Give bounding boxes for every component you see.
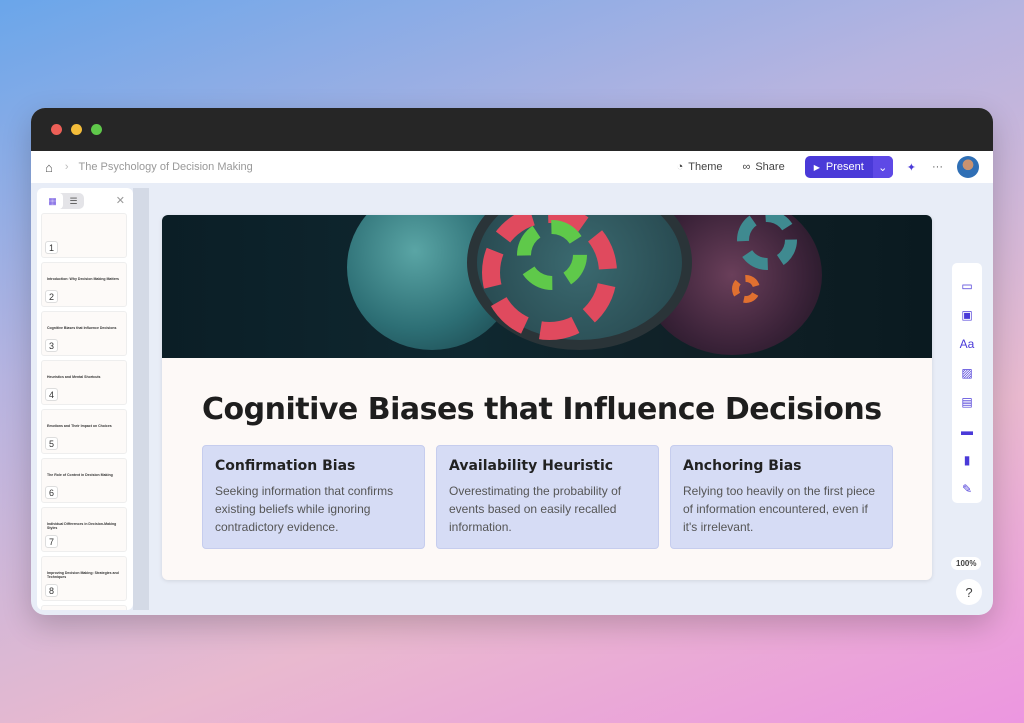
slide-number: 6 [45,486,58,499]
grid-view-icon[interactable]: ▦ [42,193,63,209]
thumbnail-title: Cognitive Biases that Influence Decision… [47,326,117,330]
card-title: Availability Heuristic [449,458,614,474]
slide-number: 3 [45,339,58,352]
slide-number: 7 [45,535,58,548]
play-icon: ▶ [813,162,820,172]
title-bar [31,108,993,151]
banner-icon[interactable]: ▬ [961,416,973,445]
close-panel-icon[interactable]: ✕ [116,194,125,207]
slide-number: 8 [45,584,58,597]
slide-thumbnail[interactable]: 1 [41,213,127,258]
view-toggle: ▦ ☰ [42,193,84,209]
insert-toolbar: ▭ ▣ Aa ▨ ▤ ▬ ▮ ✎ [952,263,982,503]
slide-thumbnail[interactable]: Individual Differences in Decision-Makin… [41,507,127,552]
add-card-icon[interactable]: ▭ [961,271,972,300]
card-text: Overestimating the probability of events… [449,484,622,534]
minimize-window-button[interactable] [71,124,82,135]
chart-icon[interactable]: ▮ [964,445,971,474]
slide-number: 1 [45,241,58,254]
present-button[interactable]: ▶ Present ⌄ [804,156,893,178]
image-icon[interactable]: ▨ [961,358,972,387]
slide-thumbnail[interactable]: Heuristics and Mental Shortcuts 4 [41,360,127,405]
thumbnail-title: Individual Differences in Decision-Makin… [47,522,117,530]
slide-title[interactable]: Cognitive Biases that Influence Decision… [202,392,882,427]
card-title: Anchoring Bias [683,458,802,474]
slide-thumbnail[interactable]: Cognitive Biases that Influence Decision… [41,311,127,356]
sign-icon[interactable]: ✎ [962,474,972,503]
palette-icon: ◔ [676,161,684,173]
hero-image [162,215,932,358]
thumbnail-title: Emotions and Their Impact on Choices [47,424,112,428]
thumbnail-title: Introduction: Why Decision Making Matter… [47,277,119,281]
thumbnail-title: Heuristics and Mental Shortcuts [47,375,101,379]
zoom-level[interactable]: 100% [951,557,982,570]
card-text: Seeking information that confirms existi… [215,484,394,534]
layout-icon[interactable]: ▣ [961,300,972,329]
slide-thumbnail[interactable]: The Role of Context in Decision Making 6 [41,458,127,503]
bias-card[interactable]: Anchoring Bias Relying too heavily on the… [670,445,893,549]
share-button[interactable]: ∞ Share [743,161,785,173]
theme-button[interactable]: ◔ Theme [677,161,723,173]
list-view-icon[interactable]: ☰ [63,193,84,209]
card-title: Confirmation Bias [215,458,356,474]
slide-number: 5 [45,437,58,450]
help-button[interactable]: ? [956,579,982,605]
slide-panel: ▦ ☰ ✕ 1 Introduction: Why Decision Making… [37,188,133,610]
table-icon[interactable]: ▤ [961,387,972,416]
maximize-window-button[interactable] [91,124,102,135]
slide-thumbnail[interactable]: Conclusion and Key Takeaways9 [41,605,127,610]
card-text: Relying too heavily on the first piece o… [683,484,876,534]
bias-card[interactable]: Confirmation Bias Seeking information tha… [202,445,425,549]
slide-canvas[interactable]: Cognitive Biases that Influence Decision… [162,215,932,580]
chevron-right-icon: › [64,161,69,173]
present-label: Present [825,161,864,173]
thumbnail-title: The Role of Context in Decision Making [47,473,113,477]
text-icon[interactable]: Aa [960,329,975,358]
link-icon: ∞ [742,161,751,173]
thumbnail-title: Improving Decision Making: Strategies an… [47,571,119,579]
sparkle-icon[interactable]: ✦ [907,161,916,174]
app-window: ⌂ › The Psychology of Decision Making ◔ T… [31,108,993,615]
slide-thumbnail[interactable]: Introduction: Why Decision Making Matter… [41,262,127,307]
close-window-button[interactable] [51,124,62,135]
present-options-chevron-icon[interactable]: ⌄ [872,156,893,178]
more-icon[interactable]: ··· [932,161,943,173]
slide-number: 2 [45,290,58,303]
top-bar: ⌂ › The Psychology of Decision Making ◔ T… [31,151,993,183]
avatar[interactable] [957,156,979,178]
slide-thumbnail[interactable]: Emotions and Their Impact on Choices 5 [41,409,127,454]
home-icon[interactable]: ⌂ [45,160,53,175]
theme-label: Theme [688,161,723,173]
slide-number: 4 [45,388,58,401]
panel-scrollbar[interactable] [133,188,149,610]
bias-card[interactable]: Availability Heuristic Overestimating the… [436,445,659,549]
slide-thumbnail[interactable]: Improving Decision Making: Strategies an… [41,556,127,601]
share-label: Share [755,161,785,173]
breadcrumb[interactable]: The Psychology of Decision Making [79,161,253,173]
